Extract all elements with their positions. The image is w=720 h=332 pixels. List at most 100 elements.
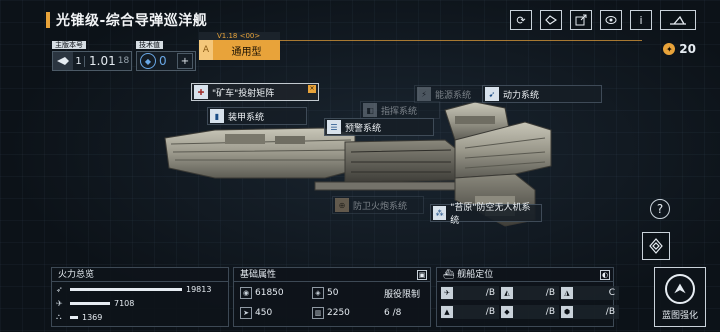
cannon-icon: ⊕	[335, 198, 349, 212]
module-power[interactable]: ➹ 动力系统	[482, 85, 602, 103]
type-mark: A	[199, 40, 213, 60]
ship-title: 光锥级-综合导弹巡洋舰	[56, 13, 208, 29]
firepower-title: 火力总览	[52, 268, 228, 282]
firepower-value: 7108	[114, 298, 135, 308]
module-drone[interactable]: ⁂ "苔原"防空无人机系统	[430, 203, 542, 226]
module-label: 防卫火炮系统	[353, 201, 408, 212]
tech-add-button[interactable]: +	[177, 53, 193, 69]
refresh-icon[interactable]: ⟳	[510, 10, 532, 30]
position-grade: C	[608, 288, 615, 298]
rank-icon	[649, 238, 663, 254]
expand-icon[interactable]: ▣	[417, 270, 427, 280]
siege-icon: ⛬	[56, 312, 62, 321]
position-cell: ▲ /B	[441, 305, 499, 319]
firepower-panel: 火力总览 ➶ 19813 ✈ 7108 ⛬ 1369	[51, 267, 229, 327]
header: 光锥级-综合导弹巡洋舰 ⟳ i 主版本号 1 1.01 18 技术值 ◆ 0 +…	[0, 0, 720, 71]
version-box: 1 1.01 18	[52, 51, 132, 71]
type-version-label: V1.18 <00>	[199, 32, 280, 40]
tech-block: 技术值 ◆ 0 +	[136, 32, 196, 71]
info-icon[interactable]: i	[630, 10, 652, 30]
positioning-title-text: 舰船定位	[457, 270, 494, 280]
firepower-value: 19813	[186, 284, 212, 294]
cruiser-icon: ◆	[501, 306, 513, 318]
fleet-icon[interactable]	[660, 10, 696, 30]
coin-icon: ✦	[663, 43, 676, 55]
blueprint-upgrade-button[interactable]: ⮝ 蓝图强化	[654, 267, 706, 327]
firepower-row: ✈ 7108	[52, 296, 228, 310]
frigate-icon: ◮	[561, 287, 573, 299]
type-box[interactable]: A 通用型	[199, 40, 280, 60]
firepower-value: 1369	[82, 312, 103, 322]
position-cell: ◮ C	[561, 286, 619, 300]
position-grade: /B	[485, 288, 495, 298]
firepower-bar	[70, 315, 78, 319]
module-kuangche[interactable]: ✚ "矿车"投射矩阵 ×	[191, 83, 319, 101]
version-label: 主版本号	[52, 41, 86, 49]
command-icon: ◧	[363, 103, 377, 117]
firepower-bar	[70, 301, 110, 305]
toggle-icon[interactable]: ◐	[600, 270, 610, 280]
module-command[interactable]: ◧ 指挥系统	[360, 101, 440, 119]
module-label: 装甲系统	[228, 112, 265, 123]
position-grade: /B	[485, 307, 495, 317]
module-label: "苔原"防空无人机系统	[450, 203, 531, 226]
positioning-title: ⛴ 舰船定位 ◐	[437, 268, 613, 282]
armor-stat: ◈ 50	[312, 286, 384, 300]
attributes-panel: 基础属性 ▣ ◉ 61850 ◈ 50 服役限制 ➤ 450 ▥ 2250 6 …	[233, 267, 431, 327]
view-icon[interactable]	[600, 10, 622, 30]
antiair-icon: ✈	[56, 298, 63, 308]
module-warning[interactable]: ☰ 预警系统	[324, 118, 434, 136]
speed-value: 450	[255, 308, 273, 318]
battlecruiser-icon: ⬢	[561, 306, 573, 318]
engine-icon: ➹	[485, 87, 499, 101]
fighter-icon: ✈	[441, 287, 453, 299]
position-grade: /B	[545, 288, 555, 298]
close-icon[interactable]: ×	[308, 85, 316, 93]
export-icon[interactable]	[570, 10, 592, 30]
top-icon-bar: ⟳ i	[510, 10, 696, 30]
drone-icon[interactable]	[540, 10, 562, 30]
ship-type-block: V1.18 <00> A 通用型	[199, 32, 280, 60]
firepower-bar	[70, 287, 182, 291]
upgrade-label: 蓝图强化	[661, 311, 698, 321]
service-limit-value: 6 /8	[384, 308, 402, 318]
hp-icon: ◉	[240, 287, 252, 299]
position-cell: ✈ /B	[441, 286, 499, 300]
module-armor[interactable]: ▮ 装甲系统	[207, 107, 307, 125]
module-label: 指挥系统	[381, 106, 418, 117]
destroyer-icon: ▲	[441, 306, 453, 318]
drone-icon: ⁂	[433, 206, 447, 220]
version-icon	[53, 52, 73, 70]
attributes-grid: ◉ 61850 ◈ 50 服役限制 ➤ 450 ▥ 2250 6 /8	[234, 282, 430, 320]
energy-icon: ⚡	[417, 87, 431, 101]
attributes-title-text: 基础属性	[240, 270, 277, 280]
position-cell: ◭ /B	[501, 286, 559, 300]
corvette-icon: ◭	[501, 287, 513, 299]
module-label: 动力系统	[503, 90, 540, 101]
missile-icon: ➶	[56, 284, 63, 294]
title-accent	[46, 12, 50, 28]
upgrade-icon: ⮝	[665, 274, 695, 304]
tech-box: ◆ 0 +	[136, 51, 196, 71]
firepower-row: ⛬ 1369	[52, 310, 228, 324]
speed-stat: ➤ 450	[240, 306, 312, 320]
cost-icon: ▥	[312, 307, 324, 319]
positioning-icon: ⛴	[443, 270, 458, 280]
cost-stat: ▥ 2250	[312, 306, 384, 320]
module-label: "矿车"投射矩阵	[212, 88, 275, 99]
module-energy[interactable]: ⚡ 能源系统	[414, 85, 486, 103]
module-defense[interactable]: ⊕ 防卫火炮系统	[332, 196, 424, 214]
positioning-panel: ⛴ 舰船定位 ◐ ✈ /B ◭ /B ◮ C ▲ /B ◆ /B ⬢ /B	[436, 267, 619, 327]
tech-icon: ◆	[140, 53, 156, 69]
rank-button[interactable]	[642, 232, 670, 260]
version-index: 1	[73, 55, 85, 67]
help-button[interactable]: ?	[650, 199, 670, 219]
hp-value: 61850	[255, 288, 284, 298]
version-sub: 18	[117, 56, 130, 66]
radar-icon: ☰	[327, 120, 341, 134]
positioning-grid: ✈ /B ◭ /B ◮ C ▲ /B ◆ /B ⬢ /B	[437, 282, 619, 319]
weapon-icon: ✚	[194, 85, 208, 99]
shield-icon: ▮	[210, 109, 224, 123]
position-grade: /B	[605, 307, 615, 317]
title-bar: 光锥级-综合导弹巡洋舰	[46, 10, 207, 30]
